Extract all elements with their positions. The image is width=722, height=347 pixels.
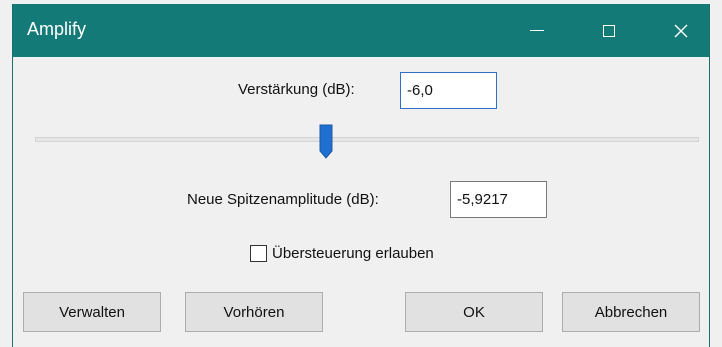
gain-slider-track[interactable]: [35, 137, 699, 142]
peak-label: Neue Spitzenamplitude (dB):: [187, 191, 379, 208]
allow-clipping-label[interactable]: Übersteuerung erlauben: [272, 245, 434, 262]
close-icon: [674, 24, 688, 37]
close-button[interactable]: [653, 4, 709, 57]
gain-label: Verstärkung (dB):: [238, 81, 355, 98]
cancel-button[interactable]: Abbrechen: [562, 292, 700, 332]
minimize-button[interactable]: [509, 4, 565, 57]
gain-slider-thumb[interactable]: [319, 124, 333, 159]
amplify-dialog: Amplify Verstärkung (dB): Neue Spitzenam…: [12, 4, 710, 347]
maximize-icon: [603, 24, 615, 37]
maximize-button[interactable]: [581, 4, 637, 57]
minimize-icon: [530, 30, 544, 31]
ok-button[interactable]: OK: [405, 292, 543, 332]
peak-amplitude-input[interactable]: [450, 181, 547, 218]
gain-input[interactable]: [400, 72, 497, 109]
manage-button[interactable]: Verwalten: [23, 292, 161, 332]
title-bar[interactable]: Amplify: [13, 4, 709, 57]
preview-button[interactable]: Vorhören: [185, 292, 323, 332]
allow-clipping-checkbox[interactable]: [250, 245, 267, 262]
window-title: Amplify: [27, 19, 87, 39]
